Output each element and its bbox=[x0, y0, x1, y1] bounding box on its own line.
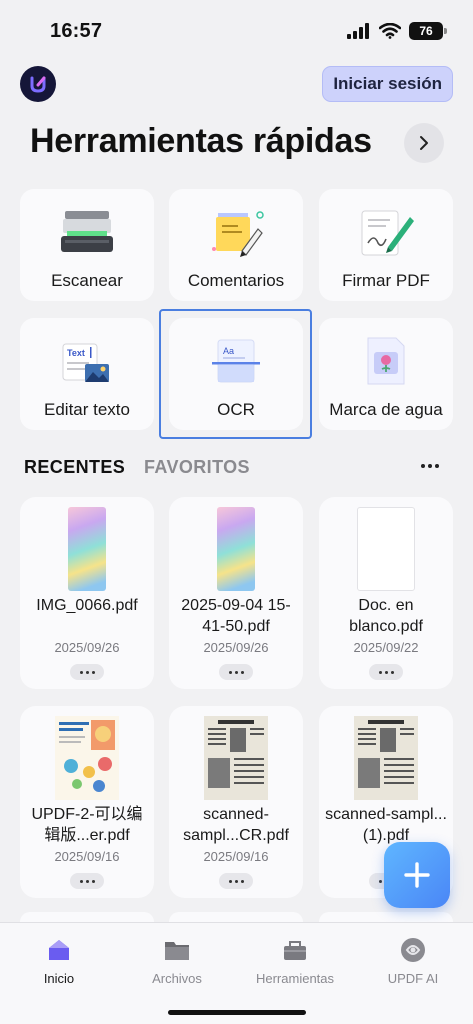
tool-card-edit-text[interactable]: Text Editar texto bbox=[20, 318, 154, 430]
nav-label: Inicio bbox=[43, 971, 75, 986]
nav-item-tools[interactable]: Herramientas bbox=[240, 935, 350, 986]
more-dot bbox=[378, 879, 382, 883]
tool-label: Firmar PDF bbox=[342, 271, 430, 290]
chevron-right-icon bbox=[420, 136, 428, 150]
file-more-button[interactable] bbox=[369, 664, 403, 680]
file-date: 2025/09/16 bbox=[54, 849, 120, 864]
app-logo[interactable] bbox=[20, 66, 56, 102]
more-dot bbox=[240, 670, 244, 674]
file-date: 2025/09/16 bbox=[203, 849, 269, 864]
login-button[interactable]: Iniciar sesión bbox=[322, 66, 453, 102]
plus-icon bbox=[404, 862, 430, 888]
svg-text:Text: Text bbox=[67, 348, 85, 358]
more-dot bbox=[234, 670, 238, 674]
tool-label: Editar texto bbox=[44, 400, 130, 419]
file-card[interactable]: 2025-09-04 15-41-50.pdf 2025/09/26 bbox=[169, 497, 303, 689]
more-dot bbox=[435, 464, 439, 468]
more-dot bbox=[85, 670, 89, 674]
file-more-button[interactable] bbox=[70, 664, 104, 680]
nav-label: UPDF AI bbox=[387, 971, 439, 986]
more-dot bbox=[79, 670, 83, 674]
page-title: Herramientas rápidas bbox=[30, 122, 372, 160]
tool-card-watermark[interactable]: Marca de agua bbox=[319, 318, 453, 430]
file-name: IMG_0066.pdf bbox=[36, 597, 138, 614]
nav-item-files[interactable]: Archivos bbox=[122, 935, 232, 986]
folder-icon bbox=[122, 935, 232, 965]
more-dot bbox=[390, 670, 394, 674]
file-more-button[interactable] bbox=[219, 664, 253, 680]
sticky-note-icon bbox=[169, 203, 303, 261]
tool-card-scan[interactable]: Escanear bbox=[20, 189, 154, 301]
more-tools-button[interactable] bbox=[404, 123, 444, 163]
file-card[interactable]: UPDF-2-可以编辑版...er.pdf 2025/09/16 bbox=[20, 706, 154, 898]
more-dot bbox=[421, 464, 425, 468]
wifi-icon bbox=[379, 23, 401, 39]
tool-label: Comentarios bbox=[187, 271, 285, 290]
file-name: Doc. en blanco.pdf bbox=[349, 597, 423, 635]
more-dot bbox=[85, 879, 89, 883]
nav-label: Herramientas bbox=[255, 971, 335, 986]
more-dot bbox=[428, 464, 432, 468]
battery-level: 76 bbox=[419, 24, 433, 38]
file-thumbnail bbox=[357, 507, 415, 591]
tool-label: Escanear bbox=[51, 271, 123, 290]
file-thumbnail bbox=[68, 507, 106, 591]
battery-indicator: 76 bbox=[409, 22, 447, 40]
more-dot bbox=[228, 879, 232, 883]
status-bar: 16:57 76 bbox=[0, 0, 473, 58]
file-more-button[interactable] bbox=[219, 873, 253, 889]
file-thumbnail bbox=[217, 507, 255, 591]
home-indicator bbox=[168, 1010, 306, 1015]
file-date: 2025/09/26 bbox=[203, 640, 269, 655]
more-dot bbox=[234, 879, 238, 883]
home-icon bbox=[4, 935, 114, 965]
file-name: UPDF-2-可以编辑版...er.pdf bbox=[31, 806, 143, 844]
tab-favorites[interactable]: FAVORITOS bbox=[144, 457, 250, 478]
file-card[interactable]: IMG_0066.pdf 2025/09/26 bbox=[20, 497, 154, 689]
nav-item-ai[interactable]: UPDF AI bbox=[358, 935, 468, 986]
file-date: 2025/09/26 bbox=[54, 640, 120, 655]
more-dot bbox=[228, 670, 232, 674]
tool-label: Marca de agua bbox=[329, 400, 443, 419]
more-dot bbox=[91, 670, 95, 674]
tool-card-comments[interactable]: Comentarios bbox=[169, 189, 303, 301]
add-button[interactable] bbox=[384, 842, 450, 908]
file-thumbnail bbox=[55, 716, 119, 800]
nav-item-home[interactable]: Inicio bbox=[4, 935, 114, 986]
file-card[interactable]: Doc. en blanco.pdf 2025/09/22 bbox=[319, 497, 453, 689]
file-date: 2025/09/22 bbox=[353, 640, 419, 655]
signature-icon bbox=[319, 203, 453, 261]
edit-text-icon: Text bbox=[20, 332, 154, 390]
file-card[interactable]: scanned-sampl...CR.pdf 2025/09/16 bbox=[169, 706, 303, 898]
toolbox-icon bbox=[240, 935, 350, 965]
ocr-selection-highlight bbox=[159, 309, 312, 439]
file-name: 2025-09-04 15-41-50.pdf bbox=[181, 597, 291, 635]
file-more-button[interactable] bbox=[70, 873, 104, 889]
more-dot bbox=[240, 879, 244, 883]
tab-recent[interactable]: RECENTES bbox=[24, 457, 125, 478]
more-dot bbox=[79, 879, 83, 883]
updf-logo-icon bbox=[30, 76, 46, 93]
more-dot bbox=[384, 670, 388, 674]
more-dot bbox=[378, 670, 382, 674]
file-thumbnail bbox=[204, 716, 268, 800]
nav-label: Archivos bbox=[152, 971, 202, 986]
ai-icon bbox=[358, 935, 468, 965]
scanner-icon bbox=[20, 203, 154, 261]
tool-card-sign[interactable]: Firmar PDF bbox=[319, 189, 453, 301]
signal-icon bbox=[347, 23, 369, 39]
more-dot bbox=[91, 879, 95, 883]
file-name: scanned-sampl...(1).pdf bbox=[325, 806, 447, 844]
list-options-button[interactable] bbox=[416, 454, 444, 478]
status-time: 16:57 bbox=[50, 20, 103, 42]
file-thumbnail bbox=[354, 716, 418, 800]
file-name: scanned-sampl...CR.pdf bbox=[183, 806, 289, 844]
bottom-nav: Inicio Archivos Herramientas UPDF AI bbox=[0, 922, 473, 1024]
watermark-icon bbox=[319, 332, 453, 390]
status-icons: 76 bbox=[347, 22, 447, 40]
